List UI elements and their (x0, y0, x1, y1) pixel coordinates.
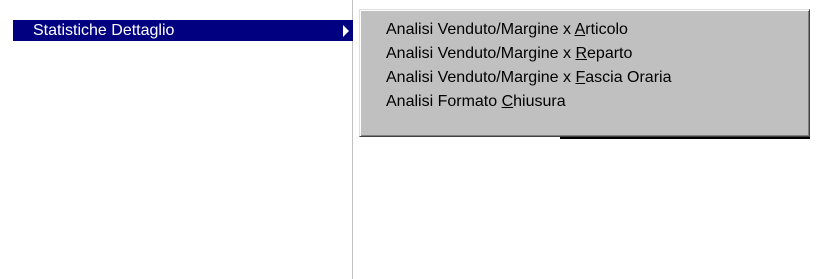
submenu-item-text: rticolo (585, 21, 628, 38)
submenu-arrow-icon (343, 25, 349, 37)
divider (560, 137, 810, 139)
submenu-item-analisi-fascia-oraria[interactable]: Analisi Venduto/Margine x Fascia Oraria (360, 66, 809, 90)
submenu-item-text: Analisi Venduto/Margine x (386, 21, 575, 38)
submenu: Analisi Venduto/Margine x Articolo Anali… (359, 9, 810, 137)
accelerator-key: C (501, 93, 514, 110)
submenu-item-analisi-articolo[interactable]: Analisi Venduto/Margine x Articolo (360, 18, 809, 42)
accelerator-key: F (575, 69, 586, 86)
submenu-item-analisi-formato-chiusura[interactable]: Analisi Formato Chiusura (360, 90, 809, 114)
submenu-item-analisi-reparto[interactable]: Analisi Venduto/Margine x Reparto (360, 42, 809, 66)
accelerator-key: R (575, 45, 588, 62)
accelerator-key: A (574, 21, 586, 38)
submenu-item-text: hiusura (513, 93, 566, 110)
submenu-item-text: Analisi Venduto/Margine x (386, 69, 576, 86)
submenu-item-text: Analisi Formato (386, 93, 502, 110)
submenu-item-text: eparto (587, 45, 633, 62)
parent-menu: Statistiche Dettaglio (0, 0, 353, 279)
menu-item-statistiche-dettaglio[interactable]: Statistiche Dettaglio (13, 20, 353, 41)
submenu-item-text: ascia Oraria (585, 69, 672, 86)
submenu-item-text: Analisi Venduto/Margine x (386, 45, 576, 62)
menu-item-label: Statistiche Dettaglio (33, 22, 175, 39)
